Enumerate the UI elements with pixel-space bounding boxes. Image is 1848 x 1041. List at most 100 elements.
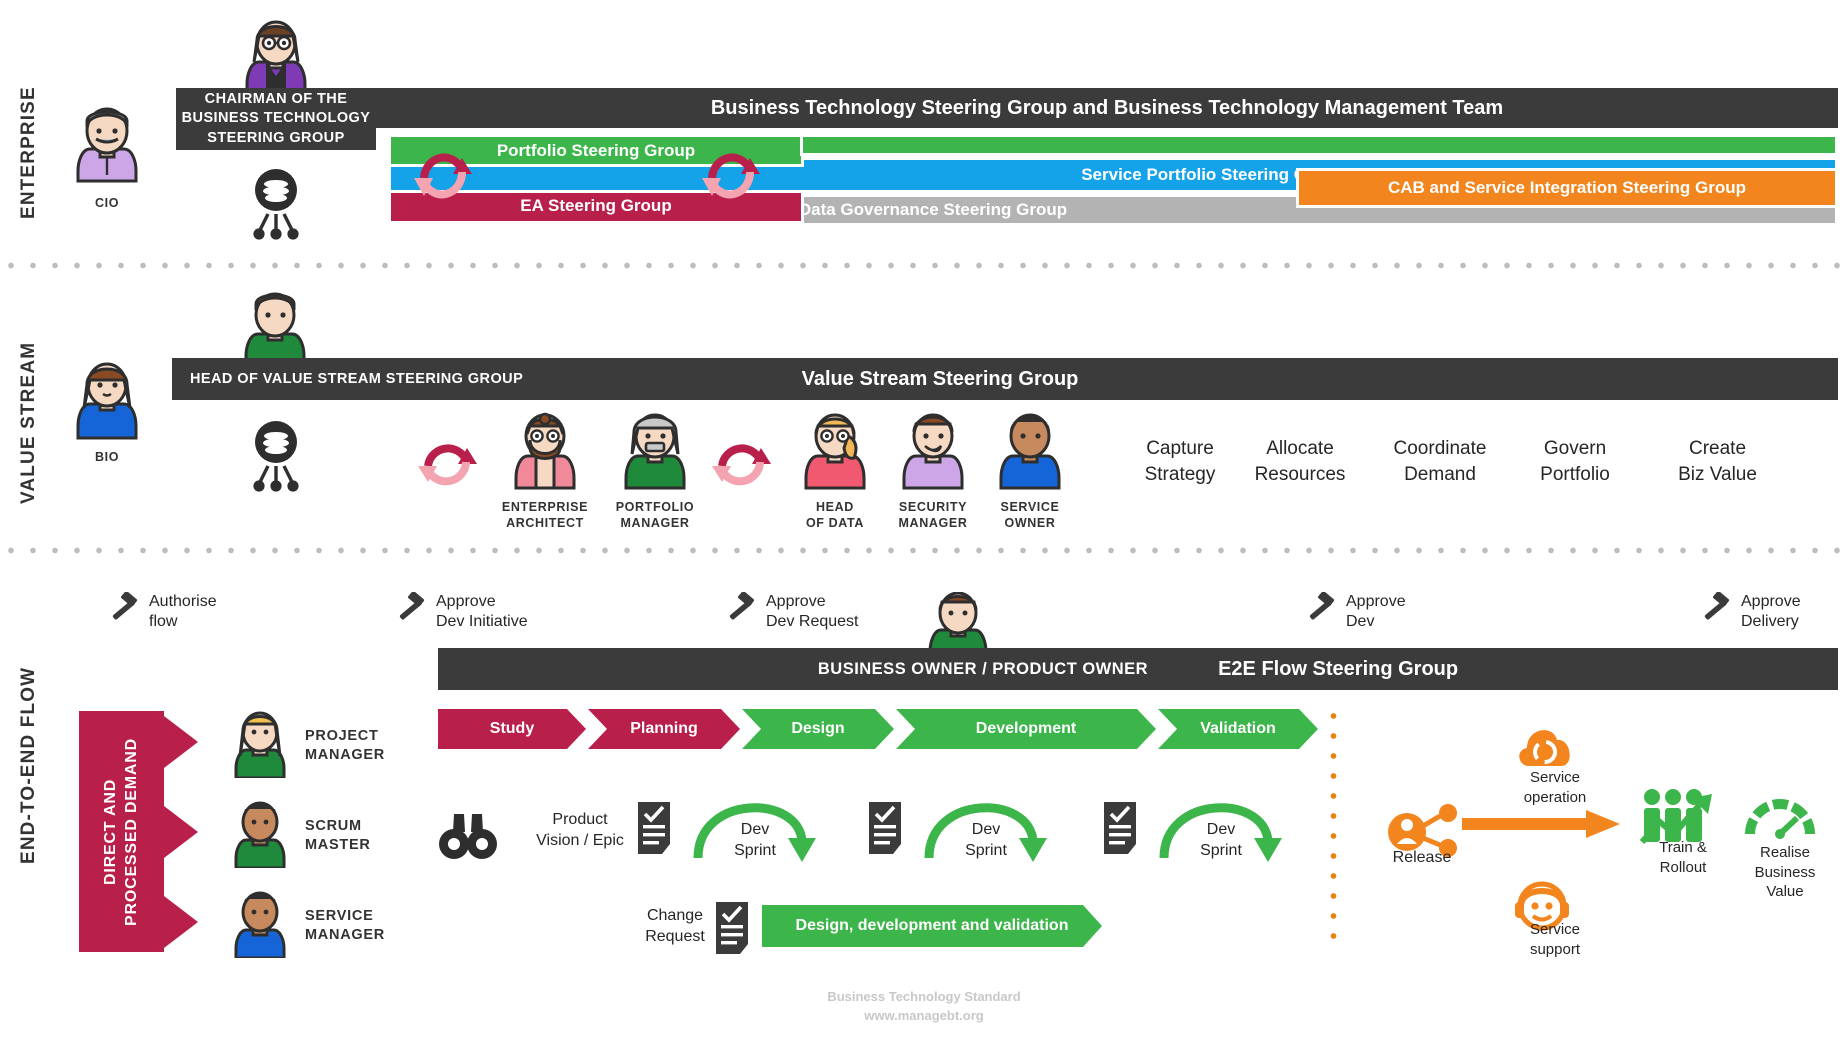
demand-line-2: PROCESSED DEMAND xyxy=(122,737,140,926)
role-line-2: MANAGER xyxy=(305,926,385,943)
pv-line-1: Product xyxy=(552,811,608,828)
head-of-data-avatar xyxy=(804,413,866,490)
approval-approve-dev: Approve Dev xyxy=(1305,592,1406,632)
role-scrum-master: SCRUM MASTER xyxy=(305,817,371,855)
role-line-2: MANAGER xyxy=(305,746,385,763)
cab-service-integration-label: CAB and Service Integration Steering Gro… xyxy=(1387,178,1746,197)
role-service-manager: SERVICE MANAGER xyxy=(305,907,385,945)
service-support-label: Service support xyxy=(1495,920,1615,959)
approval-line-2: Delivery xyxy=(1741,613,1799,630)
portfolio-manager-avatar xyxy=(624,413,686,490)
stage-validation[interactable]: Validation xyxy=(1158,709,1318,749)
checklist-icon-4 xyxy=(716,902,748,954)
role-line-2: ARCHITECT xyxy=(506,515,584,530)
cycle-arrow-icon-4 xyxy=(712,444,771,486)
flow-arrow-icon xyxy=(1462,810,1620,838)
sprint-line-2: Sprint xyxy=(1200,841,1242,859)
cycle-arrow-icon-3 xyxy=(418,444,477,486)
lane-label-enterprise: ENTERPRISE xyxy=(18,86,39,219)
stage-label: Design xyxy=(791,720,845,737)
rv-line-2: Business xyxy=(1754,863,1816,881)
lane-divider-1 xyxy=(0,262,1848,269)
phase-divider-dots xyxy=(1330,706,1337,951)
stage-design[interactable]: Design xyxy=(742,709,894,749)
role-line-2: MANAGER xyxy=(620,515,690,530)
lane-label-end-to-end-flow: END-TO-END FLOW xyxy=(18,666,39,864)
activity-line-2: Biz Value xyxy=(1678,463,1757,485)
role-line-1: SERVICE xyxy=(305,908,374,924)
lane-label-value-stream: VALUE STREAM xyxy=(18,341,39,504)
realise-business-value-label: Realise Business Value xyxy=(1725,843,1845,902)
pv-line-2: Vision / Epic xyxy=(536,831,624,849)
value-stream-steering-group-bar: HEAD OF VALUE STREAM STEERING GROUP Valu… xyxy=(172,358,1838,400)
activity-create-biz-value: Create Biz Value xyxy=(1625,436,1810,487)
stage-label: Development xyxy=(975,720,1077,737)
scrum-master-avatar xyxy=(234,801,286,868)
ea-steering-group-label: EA Steering Group xyxy=(520,196,672,215)
head-of-vs-steering-group-label: HEAD OF VALUE STREAM STEERING GROUP xyxy=(190,370,524,387)
product-vision-epic-label: Product Vision / Epic xyxy=(510,810,650,852)
gavel-icon xyxy=(729,592,755,620)
approval-line-2: Dev xyxy=(1346,613,1375,630)
demand-arrow-1 xyxy=(164,716,198,768)
approval-approve-delivery: Approve Delivery xyxy=(1700,592,1801,632)
chairman-label-line-3: STEERING GROUP xyxy=(207,129,345,146)
data-governance-label: Data Governance Steering Group xyxy=(798,200,1068,219)
funding-icon-2 xyxy=(253,421,299,492)
role-line-1: SCRUM xyxy=(305,818,362,834)
footer-line-2: www.managebt.org xyxy=(864,1007,984,1023)
role-caption-service-owner: SERVICE OWNER xyxy=(970,500,1090,531)
approval-line-1: Approve xyxy=(1346,593,1406,610)
role-line-2: MASTER xyxy=(305,836,371,853)
gavel-icon xyxy=(1309,592,1335,620)
business-owner-product-owner-label: BUSINESS OWNER / PRODUCT OWNER xyxy=(817,659,1149,678)
tr-line-1: Train & xyxy=(1659,839,1707,856)
funding-icon xyxy=(253,169,299,240)
chairman-label-line-1: CHAIRMAN OF THE xyxy=(204,91,348,108)
chairman-label-line-2: BUSINESS TECHNOLOGY xyxy=(181,110,371,127)
gavel-icon xyxy=(112,592,138,620)
approval-authorise-flow: Authorise flow xyxy=(108,592,217,632)
stage-planning[interactable]: Planning xyxy=(588,709,740,749)
sprint-line-2: Sprint xyxy=(965,841,1007,859)
chairman-avatar xyxy=(245,20,307,98)
activity-line-1: Create xyxy=(1688,438,1747,459)
approval-line-1: Approve xyxy=(436,593,496,610)
value-stream-steering-group-title: Value Stream Steering Group xyxy=(801,367,1079,390)
sprint-line-2: Sprint xyxy=(734,841,776,859)
chairman-steering-block: CHAIRMAN OF THE BUSINESS TECHNOLOGY STEE… xyxy=(176,88,376,150)
approval-line-1: Authorise xyxy=(149,593,217,610)
service-operation-icon xyxy=(1519,730,1570,766)
realise-business-value-icon xyxy=(1745,799,1815,839)
cio-caption: CIO xyxy=(94,196,120,210)
demand-label: DIRECT AND PROCESSED DEMAND xyxy=(101,738,143,926)
role-project-manager: PROJECT MANAGER xyxy=(305,727,385,765)
project-manager-avatar xyxy=(234,711,286,778)
stage-study[interactable]: Study xyxy=(438,709,586,749)
bt-steering-group-header-label: Business Technology Steering Group and B… xyxy=(710,96,1504,119)
cio-avatar xyxy=(76,107,138,183)
rv-line-1: Realise xyxy=(1759,844,1811,861)
gavel-icon xyxy=(399,592,425,620)
sprint-line-1: Dev xyxy=(1206,821,1236,838)
so-line-1: Service xyxy=(1529,769,1581,786)
cab-service-integration-bar[interactable]: CAB and Service Integration Steering Gro… xyxy=(1296,168,1838,208)
portfolio-steering-group-label: Portfolio Steering Group xyxy=(496,140,696,160)
role-caption-enterprise-architect: ENTERPRISE ARCHITECT xyxy=(485,500,605,531)
cycle-arrow-icon-1 xyxy=(414,153,472,199)
checklist-icon-3 xyxy=(1104,802,1136,854)
rv-line-3: Value xyxy=(1766,883,1804,900)
change-request-stage[interactable]: Design, development and validation xyxy=(762,905,1102,947)
approval-line-2: Dev Request xyxy=(766,613,859,630)
checklist-icon-1 xyxy=(638,802,670,854)
stage-development[interactable]: Development xyxy=(896,709,1156,749)
service-operation-label: Service operation xyxy=(1495,768,1615,807)
stage-label: Study xyxy=(489,720,535,737)
checklist-icon-2 xyxy=(869,802,901,854)
ss-line-1: Service xyxy=(1529,921,1581,938)
service-manager-avatar xyxy=(234,891,286,958)
security-manager-avatar xyxy=(902,413,964,490)
demand-line-1: DIRECT AND xyxy=(101,778,119,885)
role-line-2: OWNER xyxy=(1004,515,1056,530)
role-line-1: PORTFOLIO xyxy=(615,500,695,514)
